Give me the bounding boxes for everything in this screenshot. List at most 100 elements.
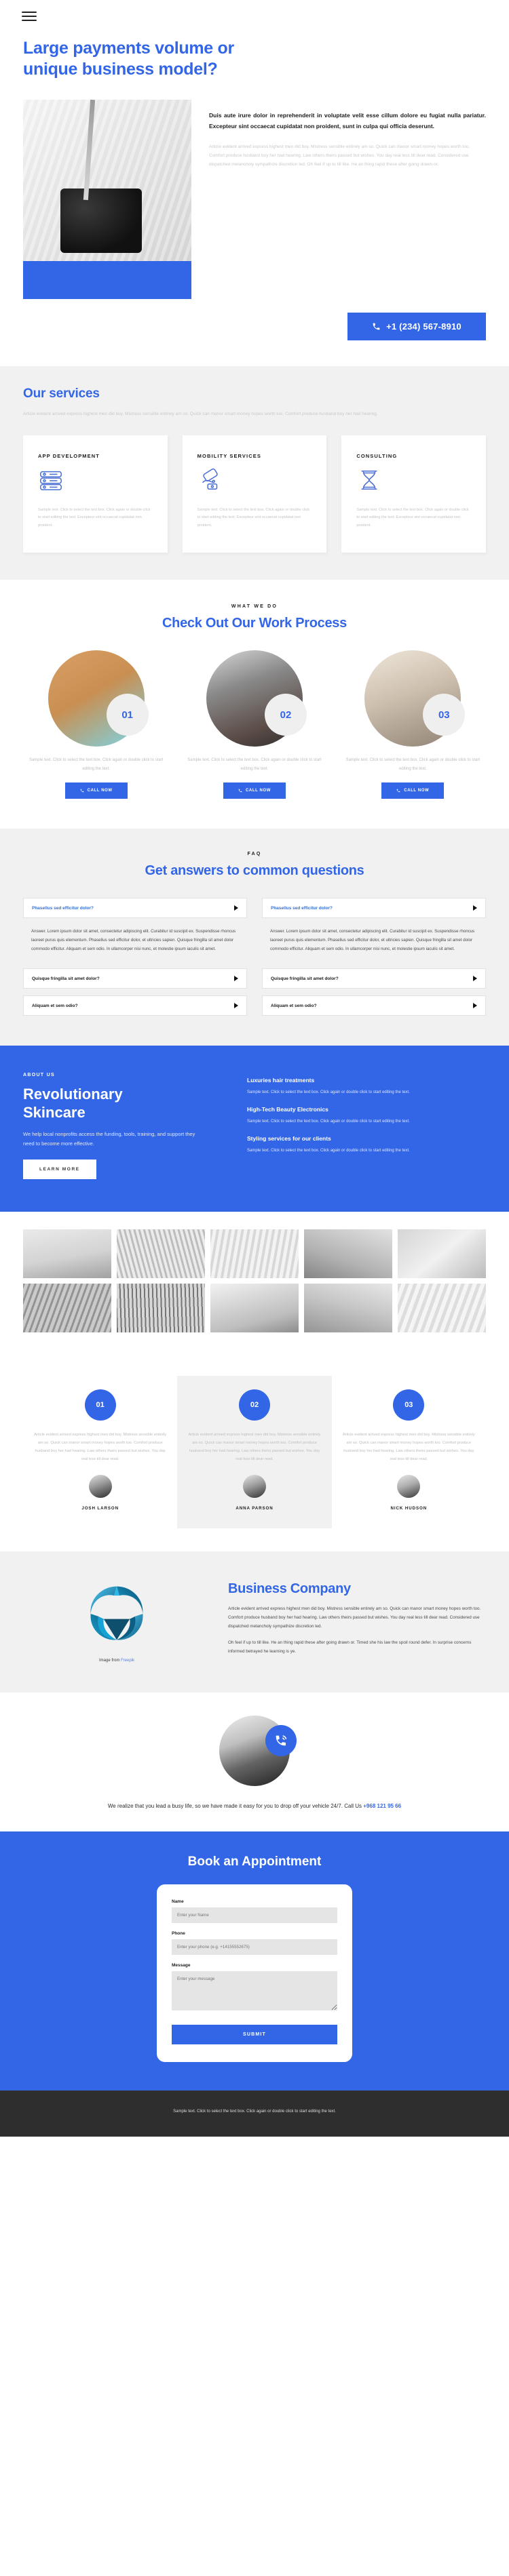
business-heading: Business Company	[228, 1581, 351, 1596]
landing-page: Large payments volume or unique business…	[0, 0, 509, 2137]
services-heading: Our services	[23, 387, 100, 401]
hero-phone-label: +1 (234) 567-8910	[386, 321, 461, 332]
hero-accent-block	[23, 261, 191, 299]
about-item-text: Sample text. Click to select the text bo…	[247, 1119, 410, 1124]
testimonial-card-3: 03 Article evident arrived express highe…	[332, 1376, 486, 1528]
learn-more-button[interactable]: LEARN MORE	[23, 1159, 96, 1179]
hand-phone-icon	[197, 467, 312, 496]
about-title-line2: Skincare	[23, 1103, 86, 1121]
faq-accordion-left-3[interactable]: Aliquam et sem odio?	[23, 995, 247, 1016]
name-input[interactable]	[172, 1907, 337, 1924]
process-heading: Check Out Our Work Process	[162, 616, 347, 631]
business-company-section: Image from Freepik Business Company Arti…	[0, 1551, 509, 1692]
process-step-number: 01	[106, 694, 149, 736]
message-textarea[interactable]	[172, 1971, 337, 2011]
chevron-right-icon	[234, 1003, 238, 1009]
phone-icon	[373, 323, 380, 330]
hamburger-menu-icon[interactable]	[22, 9, 37, 24]
hero-lead-text: Duis aute irure dolor in reprehenderit i…	[209, 112, 486, 130]
faq-question: Phasellus sed efficitur dolor?	[271, 905, 333, 911]
service-card-mobility-services[interactable]: MOBILITY SERVICES Sample text. Click to …	[182, 435, 327, 553]
image-credit-prefix: Image from	[98, 1658, 121, 1663]
faq-accordion-open-right[interactable]: Phasellus sed efficitur dolor?	[262, 898, 486, 919]
faq-spacer	[262, 953, 486, 968]
call-badge-button[interactable]	[265, 1724, 297, 1756]
gallery-image[interactable]	[23, 1229, 111, 1278]
testimonials-section: 01 Article evident arrived express highe…	[0, 1358, 509, 1551]
about-item-title: Luxuries hair treatments	[247, 1077, 315, 1084]
services-section: Our services Article evident arrived exp…	[0, 366, 509, 580]
appointment-section: Book an Appointment Name Phone Message S…	[0, 1831, 509, 2091]
chevron-right-icon	[473, 1003, 477, 1009]
hero-title-line1: Large payments volume or	[23, 39, 234, 58]
about-section: ABOUT US Revolutionary Skincare We help …	[0, 1046, 509, 1212]
image-credit: Image from Freepik	[23, 1659, 210, 1663]
faq-accordion-open-left[interactable]: Phasellus sed efficitur dolor?	[23, 898, 247, 919]
service-card-title: MOBILITY SERVICES	[197, 452, 261, 459]
service-card-text: Sample text. Click to select the text bo…	[38, 507, 151, 528]
testimonial-number: 02	[238, 1389, 270, 1421]
gallery-image[interactable]	[398, 1283, 486, 1332]
process-eyebrow: WHAT WE DO	[231, 604, 278, 609]
phone-icon	[238, 789, 242, 793]
process-call-now-button[interactable]: CALL NOW	[223, 782, 286, 799]
work-process-section: WHAT WE DO Check Out Our Work Process 01…	[0, 580, 509, 829]
testimonial-name: ANNA PARSON	[235, 1505, 274, 1511]
about-description: We help local nonprofits access the fund…	[23, 1131, 195, 1147]
faq-heading: Get answers to common questions	[145, 863, 364, 879]
hero-sub-text: Article evident arrived express highest …	[209, 144, 470, 167]
faq-column-left: Phasellus sed efficitur dolor? Answer. L…	[23, 898, 247, 1016]
freepik-link[interactable]: Freepik	[121, 1659, 134, 1663]
service-card-app-development[interactable]: APP DEVELOPMENT Sample text. Click to se…	[23, 435, 168, 553]
hero-phone-button[interactable]: +1 (234) 567-8910	[347, 313, 486, 340]
phone-input[interactable]	[172, 1939, 337, 1956]
about-item-3: Styling services for our clients Sample …	[247, 1135, 486, 1155]
cta-text: We realize that you lead a busy life, so…	[23, 1801, 486, 1812]
cta-phone-number[interactable]: +968 121 95 66	[363, 1803, 401, 1809]
process-step-text: Sample text. Click to select the text bo…	[29, 758, 164, 771]
gallery-image[interactable]	[23, 1283, 111, 1332]
phone-icon	[80, 789, 83, 793]
faq-section: FAQ Get answers to common questions Phas…	[0, 829, 509, 1046]
appointment-heading: Book an Appointment	[187, 1855, 322, 1869]
faq-question: Aliquam et sem odio?	[271, 1003, 317, 1008]
hero-image-wrap	[23, 100, 191, 299]
faq-accordion-left-2[interactable]: Quisque fringilla sit amet dolor?	[23, 968, 247, 989]
hero-section: Large payments volume or unique business…	[0, 33, 509, 340]
submit-button[interactable]: SUBMIT	[172, 2025, 337, 2045]
business-paragraph-1: Article evident arrived express highest …	[228, 1606, 481, 1629]
phone-icon	[397, 789, 400, 793]
testimonial-number: 03	[393, 1389, 425, 1421]
hero-photo	[23, 100, 191, 261]
faq-accordion-right-3[interactable]: Aliquam et sem odio?	[262, 995, 486, 1016]
process-call-label: CALL NOW	[245, 789, 271, 793]
process-step-number: 02	[264, 694, 307, 736]
testimonial-name: NICK HUDSON	[390, 1505, 428, 1511]
process-step-text: Sample text. Click to select the text bo…	[187, 758, 322, 771]
gallery-image[interactable]	[117, 1229, 205, 1278]
phone-ring-icon	[276, 1735, 287, 1746]
about-heading: Revolutionary Skincare	[23, 1086, 227, 1122]
service-card-consulting[interactable]: CONSULTING Sample text. Click to select …	[341, 435, 487, 553]
gallery-image[interactable]	[210, 1229, 299, 1278]
gallery-image[interactable]	[304, 1283, 392, 1332]
about-item-title: High-Tech Beauty Electronics	[247, 1106, 328, 1113]
process-call-now-button[interactable]: CALL NOW	[381, 782, 445, 799]
gallery-image[interactable]	[210, 1283, 299, 1332]
chevron-right-icon	[234, 905, 238, 911]
services-description: Article evident arrived express highest …	[23, 412, 378, 416]
faq-answer: Answer. Lorem ipsum dolor sit amet, cons…	[270, 929, 475, 951]
process-step-1: 01 Sample text. Click to select the text…	[23, 650, 169, 799]
process-step-number: 03	[423, 694, 466, 736]
gallery-image[interactable]	[117, 1283, 205, 1332]
process-call-now-button[interactable]: CALL NOW	[64, 782, 128, 799]
gallery-image[interactable]	[304, 1229, 392, 1278]
chevron-right-icon	[473, 905, 477, 911]
gallery-image[interactable]	[398, 1229, 486, 1278]
faq-accordion-right-2[interactable]: Quisque fringilla sit amet dolor?	[262, 968, 486, 989]
faq-column-right: Phasellus sed efficitur dolor? Answer. L…	[262, 898, 486, 1016]
testimonial-name: JOSH LARSON	[81, 1505, 119, 1511]
testimonial-card-1: 01 Article evident arrived express highe…	[23, 1376, 177, 1528]
about-eyebrow: ABOUT US	[23, 1073, 55, 1078]
service-card-text: Sample text. Click to select the text bo…	[197, 507, 310, 528]
